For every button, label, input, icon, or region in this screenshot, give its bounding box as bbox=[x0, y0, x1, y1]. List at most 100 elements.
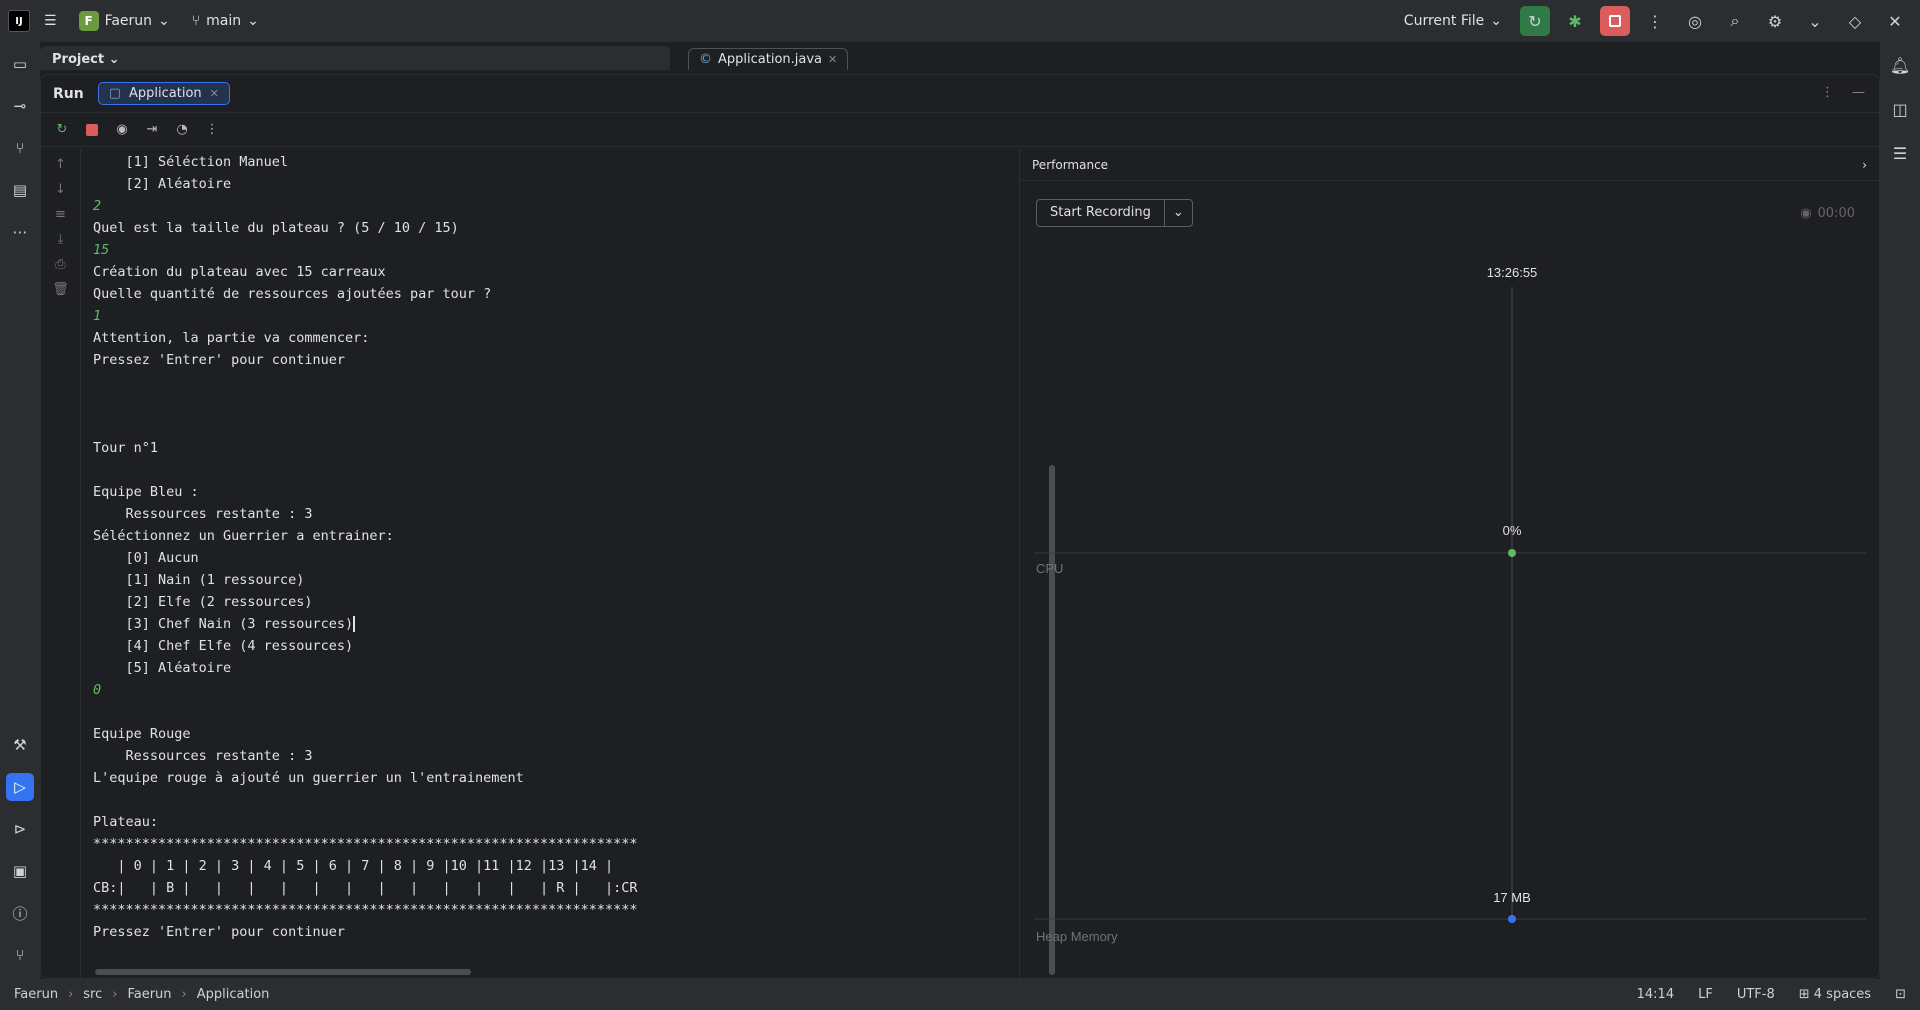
cpu-label: CPU bbox=[1036, 561, 1063, 576]
hammer-icon: ⚒ bbox=[13, 736, 27, 754]
breadcrumb-item[interactable]: Faerun bbox=[14, 987, 58, 1002]
terminal-tool-button[interactable]: ▣ bbox=[6, 857, 34, 885]
memory-value: 17 MB bbox=[1493, 890, 1531, 905]
chevron-right-icon: › bbox=[181, 987, 187, 1002]
search-button[interactable]: ⌕ bbox=[1720, 6, 1750, 36]
git-branch-icon: ⑂ bbox=[191, 13, 201, 29]
cpu-value: 0% bbox=[1503, 523, 1522, 538]
debug-button[interactable]: ✱ bbox=[1560, 6, 1590, 36]
java-class-icon: © bbox=[699, 52, 712, 67]
commit-tool-button[interactable]: ⊸ bbox=[6, 92, 34, 120]
editor-strip: Project ⌄ © Application.java ✕ bbox=[40, 42, 1880, 70]
console-line: [0] Aucun bbox=[93, 550, 199, 566]
project-label: Project bbox=[52, 52, 105, 67]
chevron-right-icon[interactable]: › bbox=[1862, 158, 1867, 172]
ai-toggle-button[interactable]: ◇ bbox=[1840, 6, 1870, 36]
console-line: Tour n°1 bbox=[93, 440, 159, 456]
project-panel-header[interactable]: Project ⌄ bbox=[40, 46, 670, 70]
database-button[interactable]: ☰ bbox=[1885, 138, 1915, 168]
chat-icon: ◫ bbox=[1892, 99, 1908, 119]
console-line: [1] Séléction Manuel bbox=[93, 154, 289, 170]
git-icon: ⑂ bbox=[15, 946, 25, 964]
minimize-icon[interactable]: — bbox=[1852, 85, 1865, 100]
console-line: [2] Aléatoire bbox=[93, 176, 232, 192]
stop-icon[interactable] bbox=[83, 121, 101, 139]
pull-requests-button[interactable]: ⑂ bbox=[6, 134, 34, 162]
main-menu-button[interactable]: ☰ bbox=[36, 7, 65, 35]
profiler-icon[interactable]: ◔ bbox=[173, 121, 191, 139]
console-line: [2] Elfe (2 ressources) bbox=[93, 594, 313, 610]
run-panel-title: Run bbox=[53, 85, 84, 102]
window-collapse-button[interactable]: ⌄ bbox=[1800, 6, 1830, 36]
run-config-selector[interactable]: Current File ⌄ bbox=[1396, 7, 1510, 35]
services-tool-button[interactable]: ⊳ bbox=[6, 815, 34, 843]
run-tab-application[interactable]: ▢ Application ✕ bbox=[97, 82, 230, 105]
breadcrumb-item[interactable]: Faerun bbox=[127, 987, 171, 1002]
file-encoding[interactable]: UTF-8 bbox=[1737, 987, 1775, 1002]
lock-icon[interactable]: ⊡ bbox=[1895, 987, 1906, 1002]
project-tool-button[interactable]: ▭ bbox=[6, 50, 34, 78]
trash-icon[interactable]: 🗑︎ bbox=[52, 282, 69, 297]
more-vertical-icon[interactable]: ⋮ bbox=[1821, 85, 1834, 100]
console-horizontal-scrollbar[interactable] bbox=[95, 969, 471, 975]
run-tool-button[interactable]: ▷ bbox=[6, 773, 34, 801]
exit-icon[interactable]: ⇥ bbox=[143, 121, 161, 139]
line-separator[interactable]: LF bbox=[1698, 987, 1713, 1002]
console-output[interactable]: [1] Séléction Manuel [2] Aléatoire 2 Quel … bbox=[93, 151, 793, 951]
chevron-right-icon: › bbox=[68, 987, 74, 1002]
console-line: Quelle quantité de ressources ajoutées p… bbox=[93, 286, 492, 302]
console-line: Quel est la taille du plateau ? (5 / 10 … bbox=[93, 220, 459, 236]
git-tool-button[interactable]: ⑂ bbox=[6, 941, 34, 969]
structure-tool-button[interactable]: ▤ bbox=[6, 176, 34, 204]
console-line: CB:| | B | | | | | | | | | | | | R | |:C… bbox=[93, 880, 638, 896]
rerun-button[interactable]: ↻ bbox=[1520, 6, 1550, 36]
stop-button[interactable] bbox=[1600, 6, 1630, 36]
more-vertical-icon[interactable]: ⋮ bbox=[203, 121, 221, 139]
breadcrumb-item[interactable]: src bbox=[83, 987, 102, 1002]
close-window-button[interactable]: ✕ bbox=[1880, 6, 1910, 36]
close-icon[interactable]: ✕ bbox=[210, 87, 219, 100]
arrow-up-icon[interactable]: ↑ bbox=[55, 157, 66, 172]
console-line: 0 bbox=[93, 682, 102, 698]
project-name: Faerun bbox=[104, 13, 153, 29]
status-bar: Faerun › src › Faerun › Application 14:14 LF U… bbox=[0, 979, 1920, 1010]
editor-tab-label: Application.java bbox=[718, 52, 823, 67]
caret-position[interactable]: 14:14 bbox=[1637, 987, 1674, 1002]
console-line: Equipe Rouge bbox=[93, 726, 191, 742]
chevron-down-icon[interactable]: ⌄ bbox=[1163, 200, 1192, 226]
soft-wrap-icon[interactable]: ≡ bbox=[55, 207, 66, 222]
console-line: ****************************************… bbox=[93, 836, 638, 852]
start-recording-button[interactable]: Start Recording ⌄ bbox=[1036, 199, 1193, 227]
indent-setting[interactable]: ⊞ 4 spaces bbox=[1799, 987, 1871, 1002]
breadcrumb-item[interactable]: Application bbox=[197, 987, 270, 1002]
chevron-down-icon: ⌄ bbox=[158, 13, 170, 29]
camera-icon[interactable]: ◉ bbox=[113, 121, 131, 139]
text-caret bbox=[353, 616, 356, 632]
settings-button[interactable]: ⚙ bbox=[1760, 6, 1790, 36]
chevron-down-icon: ⌄ bbox=[1808, 11, 1822, 31]
editor-tab-application[interactable]: © Application.java ✕ bbox=[688, 48, 849, 70]
gear-icon: ⚙ bbox=[1767, 11, 1783, 31]
ai-assistant-button[interactable]: ◎ bbox=[1680, 6, 1710, 36]
branch-switcher[interactable]: ⑂ main ⌄ bbox=[184, 7, 267, 35]
scroll-to-end-icon[interactable]: ⤓ bbox=[58, 232, 64, 247]
search-icon: ⌕ bbox=[1730, 11, 1740, 30]
build-tool-button[interactable]: ⚒ bbox=[6, 731, 34, 759]
problems-tool-button[interactable]: ⓘ bbox=[6, 899, 34, 927]
project-badge: F bbox=[78, 11, 99, 31]
project-switcher[interactable]: F Faerun ⌄ bbox=[71, 5, 178, 37]
more-tools-button[interactable]: ⋯ bbox=[6, 218, 34, 246]
recording-timer-value: 00:00 bbox=[1817, 206, 1855, 221]
hamburger-icon: ☰ bbox=[44, 13, 57, 29]
more-actions-button[interactable]: ⋮ bbox=[1640, 6, 1670, 36]
arrow-down-icon[interactable]: ↓ bbox=[55, 182, 66, 197]
folder-icon: ▭ bbox=[12, 55, 28, 73]
print-icon[interactable]: ⎙ bbox=[55, 257, 65, 272]
notifications-button[interactable]: 🔔︎ bbox=[1885, 50, 1915, 80]
ai-chat-button[interactable]: ◫ bbox=[1885, 94, 1915, 124]
rerun-icon[interactable]: ↻ bbox=[53, 121, 71, 139]
close-icon[interactable]: ✕ bbox=[828, 53, 837, 66]
